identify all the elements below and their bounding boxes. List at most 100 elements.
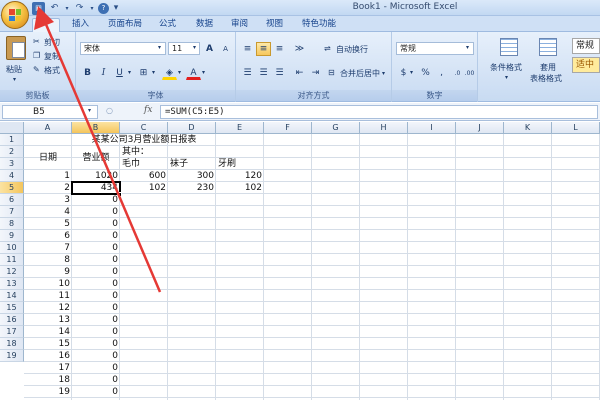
bold-button[interactable]: B (80, 66, 95, 80)
cell-revenue[interactable]: 0 (72, 230, 120, 242)
font-color-button[interactable]: A (186, 66, 201, 80)
fill-handle[interactable] (117, 192, 122, 197)
row-header-6[interactable]: 6 (0, 194, 24, 206)
row-header-13[interactable]: 13 (0, 278, 24, 290)
row-header-5[interactable]: 5 (0, 182, 24, 194)
row-header-18[interactable]: 18 (0, 338, 24, 350)
cell-toothbrush[interactable]: 120 (216, 170, 264, 182)
align-left-icon[interactable]: ☰ (240, 66, 255, 80)
cell-date[interactable]: 10 (24, 278, 72, 290)
cell-revenue[interactable]: 0 (72, 350, 120, 362)
cell-revenue[interactable]: 0 (72, 362, 120, 374)
cell-towel[interactable]: 600 (120, 170, 168, 182)
cell-date[interactable]: 15 (24, 338, 72, 350)
cell-date[interactable]: 6 (24, 230, 72, 242)
cell-revenue[interactable]: 0 (72, 254, 120, 266)
style-normal[interactable]: 常规 (572, 38, 600, 54)
row-header-17[interactable]: 17 (0, 326, 24, 338)
cell-date[interactable]: 2 (24, 182, 72, 194)
cell-header-date[interactable]: 日期 (24, 152, 72, 164)
cell-towel[interactable]: 102 (120, 182, 168, 194)
row-header-7[interactable]: 7 (0, 206, 24, 218)
increase-indent-icon[interactable]: ⇥ (308, 66, 323, 80)
merge-center-button[interactable]: 合并后居中 (340, 68, 380, 79)
cell-date[interactable]: 11 (24, 290, 72, 302)
cell-toothbrush[interactable]: 102 (216, 182, 264, 194)
row-header-9[interactable]: 9 (0, 230, 24, 242)
cell-date[interactable]: 17 (24, 362, 72, 374)
conditional-format-dropdown-icon[interactable]: ▾ (505, 74, 508, 81)
cell-revenue[interactable]: 0 (72, 374, 120, 386)
fill-color-icon[interactable]: ◈ (162, 66, 177, 80)
cell-date[interactable]: 13 (24, 314, 72, 326)
cell-revenue[interactable]: 0 (72, 266, 120, 278)
format-as-table-icon[interactable] (539, 38, 557, 56)
currency-button[interactable]: $ (396, 66, 411, 80)
cell-revenue[interactable]: 0 (72, 242, 120, 254)
formula-input[interactable]: =SUM(C5:E5) (160, 105, 598, 119)
paste-icon[interactable] (6, 36, 26, 60)
select-all-corner[interactable] (0, 122, 24, 134)
tab-review[interactable]: 审阅 (225, 18, 254, 32)
cell-revenue[interactable]: 0 (72, 290, 120, 302)
underline-dropdown-icon[interactable]: ▾ (128, 69, 131, 76)
formula-splitter-icon[interactable]: ○ (106, 106, 113, 115)
font-size-dropdown-icon[interactable]: ▾ (193, 44, 196, 51)
percent-button[interactable]: % (418, 66, 433, 80)
row-header-14[interactable]: 14 (0, 290, 24, 302)
cell-date[interactable]: 18 (24, 374, 72, 386)
merge-dropdown-icon[interactable]: ▾ (382, 70, 385, 77)
shrink-font-button[interactable]: A (218, 42, 233, 56)
cell-date[interactable]: 3 (24, 194, 72, 206)
tab-page-layout[interactable]: 页面布局 (102, 18, 148, 32)
column-header-l[interactable]: L (552, 122, 600, 134)
format-as-table-line2[interactable]: 表格格式 (530, 73, 562, 84)
format-painter-icon[interactable]: ✎ (33, 65, 40, 74)
row-header-12[interactable]: 12 (0, 266, 24, 278)
cell-date[interactable]: 16 (24, 350, 72, 362)
office-button[interactable] (1, 1, 29, 29)
currency-dropdown-icon[interactable]: ▾ (410, 69, 413, 76)
column-header-e[interactable]: E (216, 122, 264, 134)
insert-function-button[interactable]: fx (144, 105, 152, 115)
tab-home[interactable] (32, 18, 60, 32)
column-header-i[interactable]: I (408, 122, 456, 134)
cell-revenue[interactable]: 0 (72, 338, 120, 350)
border-dropdown-icon[interactable]: ▾ (152, 69, 155, 76)
cell-socks[interactable]: 230 (168, 182, 216, 194)
row-header-8[interactable]: 8 (0, 218, 24, 230)
copy-icon[interactable]: ❐ (33, 51, 40, 60)
tab-view[interactable]: 视图 (260, 18, 289, 32)
wrap-text-icon[interactable]: ⇌ (324, 44, 331, 53)
align-bottom-icon[interactable]: ≡ (272, 42, 287, 56)
tab-data[interactable]: 数据 (190, 18, 219, 32)
cell-header-toothbrush[interactable]: 牙刷 (216, 158, 264, 170)
cell-header-revenue[interactable]: 营业额 (72, 152, 120, 164)
orientation-icon[interactable]: ≫ (292, 42, 307, 56)
column-header-j[interactable]: J (456, 122, 504, 134)
underline-button[interactable]: U (112, 66, 127, 80)
border-icon[interactable]: ⊞ (136, 66, 151, 80)
cell-revenue[interactable]: 0 (72, 194, 120, 206)
conditional-format-button[interactable]: 条件格式 (490, 62, 522, 73)
wrap-text-button[interactable]: 自动换行 (336, 44, 368, 55)
number-format-select[interactable]: 常规 (396, 42, 474, 55)
cell-header-of-which[interactable]: 其中： (120, 146, 168, 158)
cell-date[interactable]: 14 (24, 326, 72, 338)
row-header-4[interactable]: 4 (0, 170, 24, 182)
column-header-g[interactable]: G (312, 122, 360, 134)
align-top-icon[interactable]: ≡ (240, 42, 255, 56)
cell-date[interactable]: 4 (24, 206, 72, 218)
cell-revenue[interactable]: 0 (72, 314, 120, 326)
column-header-h[interactable]: H (360, 122, 408, 134)
cell-header-socks[interactable]: 袜子 (168, 158, 216, 170)
cell-revenue[interactable]: 0 (72, 206, 120, 218)
name-box-dropdown-icon[interactable]: ▾ (88, 107, 91, 114)
cell-date[interactable]: 1 (24, 170, 72, 182)
decrease-indent-icon[interactable]: ⇤ (292, 66, 307, 80)
cell-socks[interactable]: 300 (168, 170, 216, 182)
cell-date[interactable]: 12 (24, 302, 72, 314)
decrease-decimal-button[interactable]: .00 (462, 66, 477, 80)
paste-dropdown-icon[interactable]: ▾ (13, 76, 16, 83)
column-header-c[interactable]: C (120, 122, 168, 134)
